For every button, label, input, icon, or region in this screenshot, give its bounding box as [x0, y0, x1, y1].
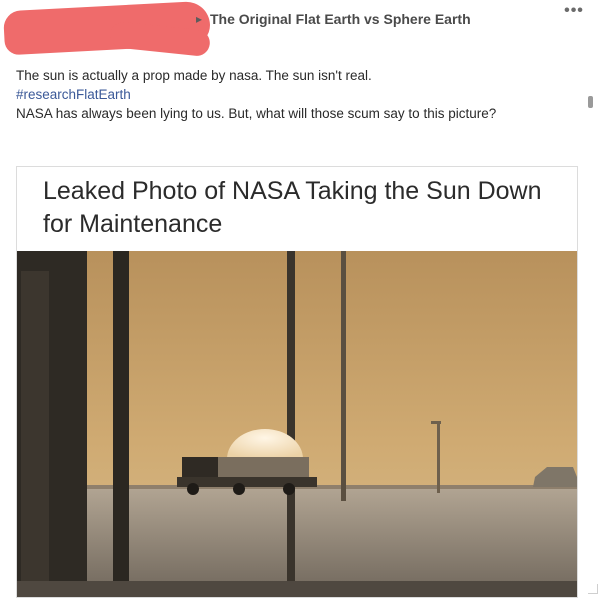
post-header: ▸ The Original Flat Earth vs Sphere Eart… — [0, 0, 604, 58]
truck-sun-photo — [17, 251, 577, 597]
post-text-line-1: The sun is actually a prop made by nasa.… — [16, 68, 372, 83]
scrollbar-thumb[interactable] — [588, 96, 593, 108]
card-headline: Leaked Photo of NASA Taking the Sun Down… — [43, 177, 542, 238]
group-name-link[interactable]: The Original Flat Earth vs Sphere Earth — [210, 11, 471, 27]
arrow-right-icon: ▸ — [196, 12, 203, 26]
post-text-line-2: NASA has always been lying to us. But, w… — [16, 106, 497, 121]
shared-image-card[interactable]: Leaked Photo of NASA Taking the Sun Down… — [16, 166, 578, 598]
more-options-icon[interactable]: ••• — [560, 3, 588, 24]
resize-corner — [588, 584, 598, 594]
hashtag-link[interactable]: #researchFlatEarth — [16, 87, 131, 102]
post-text: The sun is actually a prop made by nasa.… — [16, 66, 576, 123]
